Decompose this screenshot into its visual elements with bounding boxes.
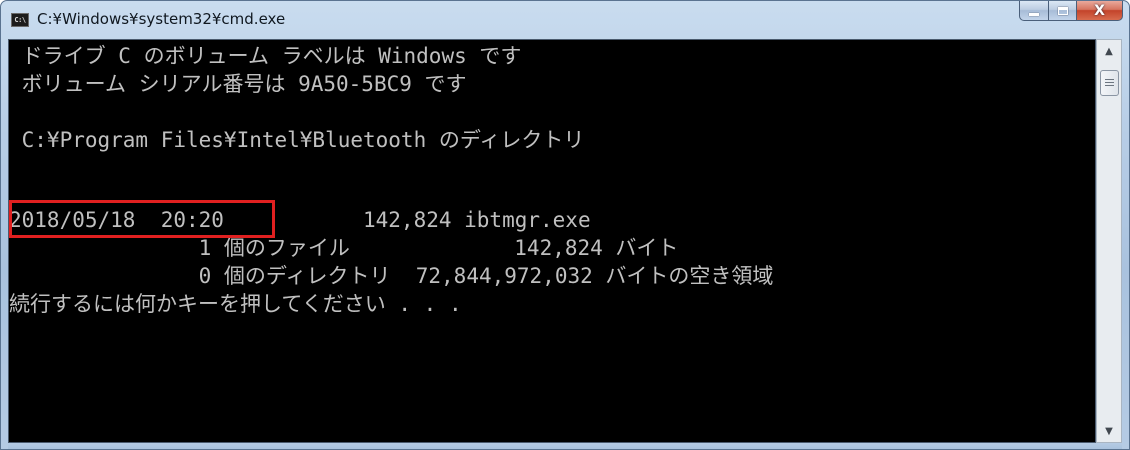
- console-line-prompt: 続行するには何かキーを押してください . . .: [9, 292, 462, 316]
- maximize-icon: [1057, 6, 1068, 15]
- console-line: ボリューム シリアル番号は 9A50-5BC9 です: [9, 72, 467, 96]
- console-output[interactable]: ドライブ C のボリューム ラベルは Windows です ボリューム シリアル…: [8, 39, 1096, 443]
- highlight-box: [9, 200, 275, 238]
- arrow-down-icon: ▼: [1105, 425, 1113, 437]
- scroll-thumb[interactable]: [1100, 70, 1119, 96]
- minimize-button[interactable]: [1019, 1, 1048, 21]
- console-line: ドライブ C のボリューム ラベルは Windows です: [9, 44, 522, 68]
- window-title: C:¥Windows¥system32¥cmd.exe: [37, 10, 286, 28]
- arrow-up-icon: ▲: [1105, 45, 1113, 57]
- console-line: C:¥Program Files¥Intel¥Bluetooth のディレクトリ: [9, 128, 585, 152]
- console-line: 0 個のディレクトリ 72,844,972,032 バイトの空き領域: [9, 264, 774, 288]
- close-icon: X: [1094, 2, 1105, 19]
- close-button[interactable]: X: [1076, 1, 1123, 21]
- console-line: 1 個のファイル 142,824 バイト: [9, 236, 679, 260]
- grip-icon: [1105, 79, 1114, 87]
- window-frame-bottom: [8, 443, 1122, 449]
- cmd-icon[interactable]: C:\: [11, 13, 29, 27]
- maximize-button[interactable]: [1048, 1, 1076, 21]
- cmd-window: C:\ C:¥Windows¥system32¥cmd.exe X ドライブ C…: [0, 0, 1130, 450]
- title-bar[interactable]: C:\ C:¥Windows¥system32¥cmd.exe X: [1, 1, 1129, 39]
- minimize-icon: [1029, 12, 1039, 16]
- caption-buttons: X: [1019, 1, 1123, 23]
- scroll-down-button[interactable]: ▼: [1097, 420, 1121, 442]
- vertical-scrollbar[interactable]: ▲ ▼: [1096, 39, 1122, 443]
- scroll-up-button[interactable]: ▲: [1097, 40, 1121, 62]
